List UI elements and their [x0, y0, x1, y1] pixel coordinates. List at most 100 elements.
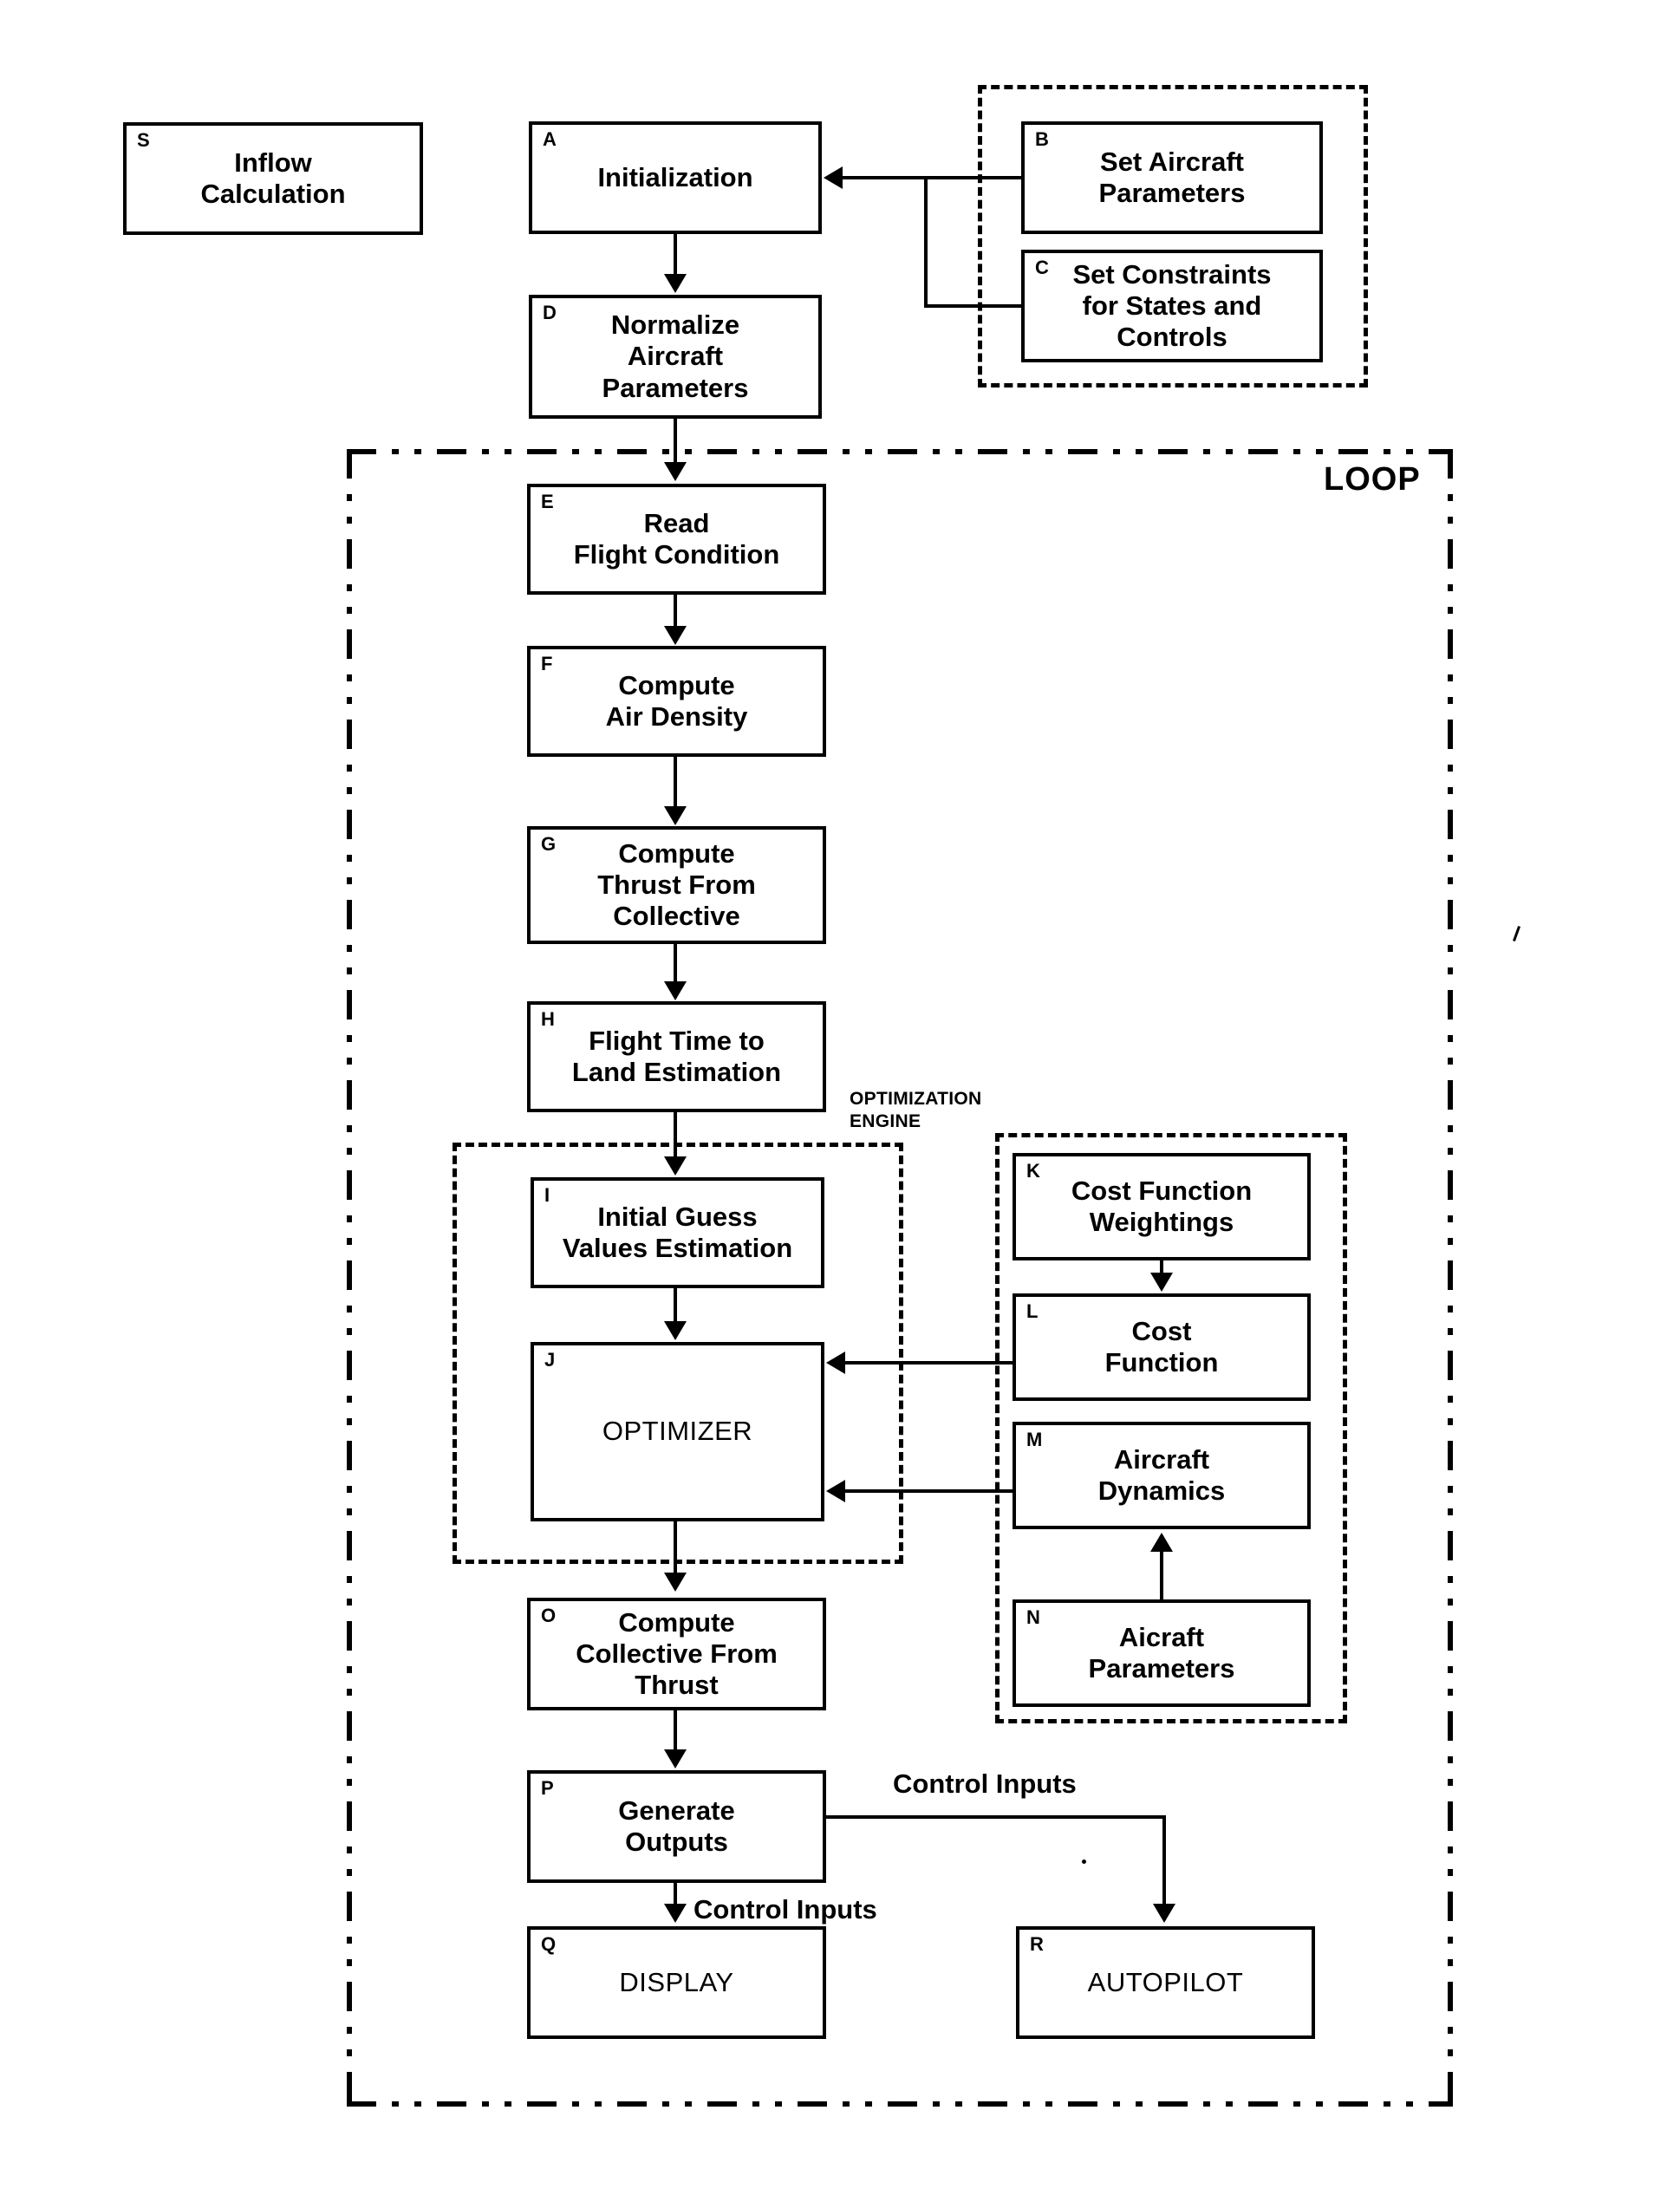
loop-boundary-bottom — [347, 2101, 1453, 2107]
node-label-c: Set Constraints for States and Controls — [1072, 258, 1272, 353]
edge-b-to-a-arrowhead — [824, 166, 843, 189]
node-l-cost-function[interactable]: L Cost Function — [1013, 1293, 1311, 1401]
node-label-p: Generate Outputs — [618, 1794, 735, 1857]
edge-j-to-o — [674, 1521, 677, 1575]
edge-e-to-f-arrowhead — [664, 626, 687, 645]
node-p-generate-outputs[interactable]: P Generate Outputs — [527, 1770, 826, 1883]
loop-boundary-top — [347, 449, 1453, 454]
node-label-a: Initialization — [597, 161, 753, 192]
node-id-p: P — [541, 1777, 554, 1799]
node-label-d: Normalize Aircraft Parameters — [602, 309, 749, 403]
node-id-i: I — [544, 1184, 550, 1206]
edge-c-riser — [924, 176, 928, 306]
edge-b-to-a — [841, 176, 1023, 179]
edge-f-to-g — [674, 757, 677, 807]
edge-n-to-m — [1160, 1552, 1163, 1601]
node-a-initialization[interactable]: A Initialization — [529, 121, 822, 234]
node-h-flight-time-to-land-estimation[interactable]: H Flight Time to Land Estimation — [527, 1001, 826, 1112]
node-label-e: Read Flight Condition — [573, 507, 780, 570]
node-i-initial-guess-values-estimation[interactable]: I Initial Guess Values Estimation — [531, 1177, 824, 1288]
edge-p-to-r-horizontal — [826, 1815, 1166, 1819]
edge-h-to-i — [674, 1112, 677, 1157]
edge-m-to-j — [845, 1489, 1014, 1493]
node-m-aircraft-dynamics[interactable]: M Aircraft Dynamics — [1013, 1422, 1311, 1529]
node-label-l: Cost Function — [1104, 1315, 1219, 1378]
edge-m-to-j-arrowhead — [826, 1480, 845, 1502]
node-label-q: DISPLAY — [619, 1966, 734, 1997]
node-o-compute-collective-from-thrust[interactable]: O Compute Collective From Thrust — [527, 1598, 826, 1710]
node-n-aircraft-parameters[interactable]: N Aicraft Parameters — [1013, 1599, 1311, 1707]
node-id-l: L — [1026, 1300, 1039, 1322]
node-label-f: Compute Air Density — [605, 669, 748, 732]
loop-boundary-left — [347, 449, 352, 2107]
node-label-r: AUTOPILOT — [1087, 1966, 1244, 1997]
node-c-set-constraints[interactable]: C Set Constraints for States and Control… — [1021, 250, 1323, 362]
node-b-set-aircraft-parameters[interactable]: B Set Aircraft Parameters — [1021, 121, 1323, 234]
node-label-j: OPTIMIZER — [602, 1416, 753, 1447]
node-label-g: Compute Thrust From Collective — [597, 837, 756, 932]
node-label-k: Cost Function Weightings — [1071, 1175, 1253, 1237]
edge-k-to-l-arrowhead — [1150, 1273, 1173, 1292]
node-id-f: F — [541, 653, 553, 674]
edge-i-to-j-arrowhead — [664, 1321, 687, 1340]
edge-g-to-h-arrowhead — [664, 981, 687, 1000]
node-label-b: Set Aircraft Parameters — [1098, 146, 1246, 208]
node-label-h: Flight Time to Land Estimation — [571, 1025, 782, 1087]
edge-g-to-h — [674, 944, 677, 982]
scan-speck — [1082, 1860, 1086, 1864]
edge-d-to-e-arrowhead — [664, 462, 687, 481]
edge-l-to-j — [845, 1361, 1014, 1365]
node-id-r: R — [1030, 1933, 1044, 1955]
node-k-cost-function-weightings[interactable]: K Cost Function Weightings — [1013, 1153, 1311, 1260]
edge-h-to-i-arrowhead — [664, 1156, 687, 1176]
edge-o-to-p-arrowhead — [664, 1749, 687, 1768]
node-id-j: J — [544, 1349, 556, 1371]
edge-n-to-m-arrowhead — [1150, 1533, 1173, 1552]
edge-i-to-j — [674, 1288, 677, 1323]
node-id-o: O — [541, 1605, 557, 1626]
node-id-s: S — [137, 129, 150, 151]
node-d-normalize-aircraft-parameters[interactable]: D Normalize Aircraft Parameters — [529, 295, 822, 419]
edge-a-to-d — [674, 234, 677, 276]
edge-d-to-e — [674, 419, 677, 464]
node-id-g: G — [541, 833, 557, 855]
edge-label-control-inputs-display: Control Inputs — [693, 1894, 877, 1925]
edge-f-to-g-arrowhead — [664, 806, 687, 825]
node-id-d: D — [543, 302, 557, 323]
edge-j-to-o-arrowhead — [664, 1573, 687, 1592]
edge-p-to-r-arrowhead — [1153, 1904, 1175, 1923]
edge-a-to-d-arrowhead — [664, 274, 687, 293]
node-id-q: Q — [541, 1933, 557, 1955]
node-j-optimizer[interactable]: J OPTIMIZER — [531, 1342, 824, 1521]
node-id-a: A — [543, 128, 557, 150]
node-id-c: C — [1035, 257, 1049, 278]
edge-c-to-junction — [924, 304, 1023, 308]
node-label-m: Aircraft Dynamics — [1097, 1443, 1226, 1506]
node-id-k: K — [1026, 1160, 1040, 1182]
edge-p-to-r-vertical — [1162, 1815, 1166, 1907]
edge-l-to-j-arrowhead — [826, 1352, 845, 1374]
node-r-autopilot[interactable]: R AUTOPILOT — [1016, 1926, 1315, 2039]
edge-p-to-q-arrowhead — [664, 1904, 687, 1923]
scan-tick — [1513, 926, 1520, 941]
edge-e-to-f — [674, 595, 677, 628]
optimization-engine-label: OPTIMIZATION ENGINE — [850, 1089, 982, 1132]
node-label-s: Inflow Calculation — [200, 147, 346, 209]
node-label-i: Initial Guess Values Estimation — [562, 1201, 793, 1263]
edge-o-to-p — [674, 1710, 677, 1750]
loop-boundary-right — [1448, 449, 1453, 2107]
node-f-compute-air-density[interactable]: F Compute Air Density — [527, 646, 826, 757]
node-id-m: M — [1026, 1429, 1043, 1450]
flowchart-canvas: LOOP OPTIMIZATION ENGINE S Inflow Calcul… — [0, 0, 1680, 2208]
node-id-b: B — [1035, 128, 1049, 150]
node-label-o: Compute Collective From Thrust — [576, 1606, 778, 1701]
node-e-read-flight-condition[interactable]: E Read Flight Condition — [527, 484, 826, 595]
node-s-inflow-calculation[interactable]: S Inflow Calculation — [123, 122, 423, 235]
loop-label: LOOP — [1324, 461, 1421, 498]
edge-label-control-inputs-autopilot: Control Inputs — [893, 1768, 1077, 1799]
node-q-display[interactable]: Q DISPLAY — [527, 1926, 826, 2039]
node-id-n: N — [1026, 1606, 1040, 1628]
node-label-n: Aicraft Parameters — [1088, 1621, 1235, 1684]
node-id-e: E — [541, 491, 554, 512]
node-g-compute-thrust-from-collective[interactable]: G Compute Thrust From Collective — [527, 826, 826, 944]
